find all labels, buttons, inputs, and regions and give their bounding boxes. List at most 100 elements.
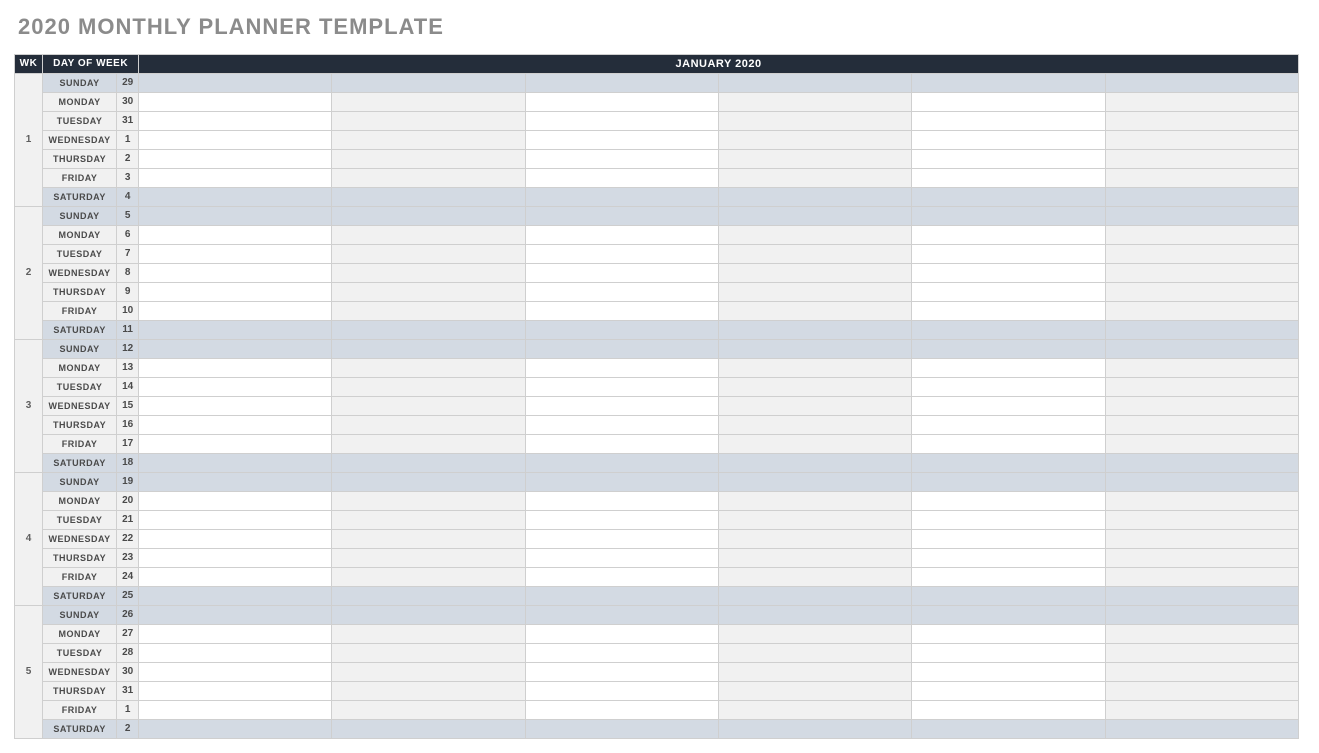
planner-slot[interactable] (912, 625, 1105, 644)
planner-slot[interactable] (332, 340, 525, 359)
planner-slot[interactable] (719, 720, 912, 739)
planner-slot[interactable] (1105, 245, 1298, 264)
planner-slot[interactable] (525, 644, 718, 663)
planner-slot[interactable] (332, 435, 525, 454)
planner-slot[interactable] (719, 663, 912, 682)
planner-slot[interactable] (332, 701, 525, 720)
planner-slot[interactable] (139, 93, 332, 112)
planner-slot[interactable] (912, 74, 1105, 93)
planner-slot[interactable] (525, 169, 718, 188)
planner-slot[interactable] (332, 454, 525, 473)
planner-slot[interactable] (525, 682, 718, 701)
planner-slot[interactable] (525, 625, 718, 644)
planner-slot[interactable] (525, 587, 718, 606)
planner-slot[interactable] (332, 568, 525, 587)
planner-slot[interactable] (1105, 720, 1298, 739)
planner-slot[interactable] (525, 74, 718, 93)
planner-slot[interactable] (719, 74, 912, 93)
planner-slot[interactable] (1105, 473, 1298, 492)
planner-slot[interactable] (719, 701, 912, 720)
planner-slot[interactable] (525, 606, 718, 625)
planner-slot[interactable] (525, 473, 718, 492)
planner-slot[interactable] (525, 264, 718, 283)
planner-slot[interactable] (525, 511, 718, 530)
planner-slot[interactable] (1105, 606, 1298, 625)
planner-slot[interactable] (912, 359, 1105, 378)
planner-slot[interactable] (1105, 397, 1298, 416)
planner-slot[interactable] (912, 511, 1105, 530)
planner-slot[interactable] (912, 321, 1105, 340)
planner-slot[interactable] (719, 454, 912, 473)
planner-slot[interactable] (525, 302, 718, 321)
planner-slot[interactable] (525, 283, 718, 302)
planner-slot[interactable] (912, 188, 1105, 207)
planner-slot[interactable] (1105, 663, 1298, 682)
planner-slot[interactable] (139, 169, 332, 188)
planner-slot[interactable] (525, 549, 718, 568)
planner-slot[interactable] (1105, 511, 1298, 530)
planner-slot[interactable] (332, 473, 525, 492)
planner-slot[interactable] (332, 644, 525, 663)
planner-slot[interactable] (525, 397, 718, 416)
planner-slot[interactable] (139, 663, 332, 682)
planner-slot[interactable] (719, 226, 912, 245)
planner-slot[interactable] (1105, 701, 1298, 720)
planner-slot[interactable] (912, 340, 1105, 359)
planner-slot[interactable] (139, 454, 332, 473)
planner-slot[interactable] (139, 226, 332, 245)
planner-slot[interactable] (139, 530, 332, 549)
planner-slot[interactable] (525, 530, 718, 549)
planner-slot[interactable] (719, 511, 912, 530)
planner-slot[interactable] (912, 663, 1105, 682)
planner-slot[interactable] (332, 587, 525, 606)
planner-slot[interactable] (1105, 321, 1298, 340)
planner-slot[interactable] (912, 397, 1105, 416)
planner-slot[interactable] (1105, 682, 1298, 701)
planner-slot[interactable] (332, 169, 525, 188)
planner-slot[interactable] (912, 435, 1105, 454)
planner-slot[interactable] (332, 378, 525, 397)
planner-slot[interactable] (1105, 283, 1298, 302)
planner-slot[interactable] (719, 625, 912, 644)
planner-slot[interactable] (1105, 587, 1298, 606)
planner-slot[interactable] (525, 245, 718, 264)
planner-slot[interactable] (912, 568, 1105, 587)
planner-slot[interactable] (912, 226, 1105, 245)
planner-slot[interactable] (525, 378, 718, 397)
planner-slot[interactable] (1105, 492, 1298, 511)
planner-slot[interactable] (1105, 340, 1298, 359)
planner-slot[interactable] (139, 644, 332, 663)
planner-slot[interactable] (719, 169, 912, 188)
planner-slot[interactable] (1105, 226, 1298, 245)
planner-slot[interactable] (1105, 169, 1298, 188)
planner-slot[interactable] (332, 74, 525, 93)
planner-slot[interactable] (139, 682, 332, 701)
planner-slot[interactable] (912, 701, 1105, 720)
planner-slot[interactable] (912, 207, 1105, 226)
planner-slot[interactable] (139, 283, 332, 302)
planner-slot[interactable] (1105, 568, 1298, 587)
planner-slot[interactable] (139, 416, 332, 435)
planner-slot[interactable] (332, 625, 525, 644)
planner-slot[interactable] (1105, 264, 1298, 283)
planner-slot[interactable] (912, 492, 1105, 511)
planner-slot[interactable] (525, 207, 718, 226)
planner-slot[interactable] (719, 435, 912, 454)
planner-slot[interactable] (139, 112, 332, 131)
planner-slot[interactable] (719, 207, 912, 226)
planner-slot[interactable] (332, 188, 525, 207)
planner-slot[interactable] (525, 435, 718, 454)
planner-slot[interactable] (139, 549, 332, 568)
planner-slot[interactable] (912, 93, 1105, 112)
planner-slot[interactable] (1105, 454, 1298, 473)
planner-slot[interactable] (139, 340, 332, 359)
planner-slot[interactable] (332, 264, 525, 283)
planner-slot[interactable] (332, 682, 525, 701)
planner-slot[interactable] (139, 568, 332, 587)
planner-slot[interactable] (1105, 549, 1298, 568)
planner-slot[interactable] (332, 359, 525, 378)
planner-slot[interactable] (912, 587, 1105, 606)
planner-slot[interactable] (1105, 150, 1298, 169)
planner-slot[interactable] (719, 530, 912, 549)
planner-slot[interactable] (332, 150, 525, 169)
